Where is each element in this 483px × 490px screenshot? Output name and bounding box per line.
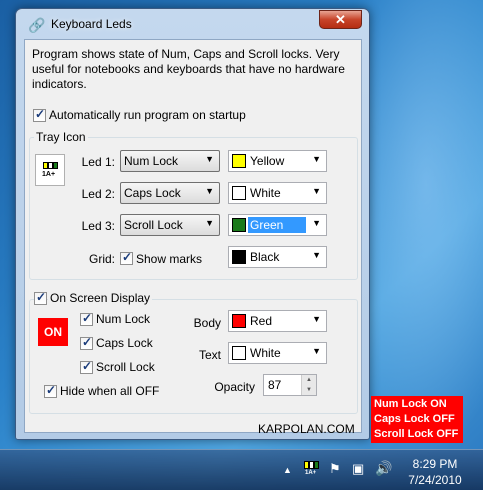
led1-label: Led 1: [81, 155, 115, 169]
keyboard-leds-window: 🔗 Keyboard Leds ✕ Program shows state of… [15, 8, 370, 440]
color-swatch [232, 154, 246, 168]
show-marks-label: Show marks [136, 252, 203, 266]
osd-scroll-lock-label: Scroll Lock [96, 360, 155, 374]
led3-label: Led 3: [81, 219, 115, 233]
window-client-area: Program shows state of Num, Caps and Scr… [24, 39, 362, 436]
opacity-spinner[interactable]: 87 ▲ ▼ [263, 374, 317, 396]
led1-color-select[interactable]: Yellow ▼ [228, 150, 327, 172]
chevron-down-icon: ▼ [205, 186, 214, 196]
spin-up-icon[interactable]: ▲ [301, 375, 316, 385]
led1-lock-select[interactable]: Num Lock ▼ [120, 150, 220, 172]
chevron-down-icon: ▼ [205, 154, 214, 164]
osd-overlay: Num Lock ON Caps Lock OFF Scroll Lock OF… [371, 396, 463, 443]
body-label: Body [193, 316, 221, 330]
keyboard-leds-tray-icon[interactable]: 1A+ [304, 461, 320, 478]
app-key-icon: 🔗 [28, 17, 46, 33]
clock-time: 8:29 PM [412, 457, 458, 471]
color-swatch [232, 218, 246, 232]
chevron-down-icon: ▼ [312, 186, 321, 196]
led2-color-select[interactable]: White ▼ [228, 182, 327, 204]
opacity-value: 87 [268, 378, 282, 392]
clock-date: 7/24/2010 [408, 473, 462, 487]
karpolan-link[interactable]: KARPOLAN.COM [258, 422, 355, 436]
osd-enable-checkbox[interactable] [34, 290, 47, 305]
osd-preview-badge: ON [38, 318, 68, 346]
osd-num-lock-checkbox[interactable] [80, 311, 93, 326]
hide-when-off-label: Hide when all OFF [60, 384, 160, 398]
chevron-down-icon: ▼ [312, 346, 321, 356]
autorun-label: Automatically run program on startup [49, 108, 246, 122]
osd-caps-lock-checkbox[interactable] [80, 335, 93, 350]
opacity-label: Opacity [214, 380, 255, 394]
osd-group-title: On Screen Display [48, 291, 153, 305]
chevron-down-icon: ▼ [205, 218, 214, 228]
program-description: Program shows state of Num, Caps and Scr… [32, 47, 345, 91]
osd-line-scroll: Scroll Lock OFF [374, 428, 459, 440]
tray-preview-text: 1A+ [42, 171, 56, 178]
action-center-flag-icon[interactable]: ⚑ [329, 461, 341, 477]
chevron-down-icon: ▼ [312, 154, 321, 164]
led3-color-select[interactable]: Green ▼ [228, 214, 327, 236]
show-marks-checkbox[interactable] [120, 250, 133, 265]
body-color-select[interactable]: Red ▼ [228, 310, 327, 332]
chevron-down-icon: ▼ [312, 250, 321, 260]
color-swatch [232, 314, 246, 328]
title-bar[interactable]: 🔗 Keyboard Leds ✕ [16, 9, 369, 39]
text-label: Text [198, 348, 221, 362]
volume-icon[interactable]: 🔊 [375, 460, 392, 477]
close-button[interactable]: ✕ [319, 10, 362, 29]
tray-icon-preview: 1A+ [35, 154, 65, 186]
chevron-down-icon: ▼ [312, 314, 321, 324]
hide-when-off-checkbox[interactable] [44, 383, 57, 398]
chevron-down-icon: ▼ [312, 218, 321, 228]
color-swatch [232, 186, 246, 200]
grid-color-select[interactable]: Black ▼ [228, 246, 327, 268]
osd-scroll-lock-checkbox[interactable] [80, 359, 93, 374]
grid-label: Grid: [88, 252, 115, 266]
osd-line-num: Num Lock ON [374, 398, 447, 410]
taskbar: ▲ 1A+ ⚑ ▣ 🔊 8:29 PM 7/24/2010 [0, 449, 483, 490]
tray-icon-group-title: Tray Icon [34, 130, 88, 144]
color-swatch [232, 250, 246, 264]
color-swatch [232, 346, 246, 360]
led2-lock-select[interactable]: Caps Lock ▼ [120, 182, 220, 204]
led2-label: Led 2: [81, 187, 115, 201]
spin-down-icon[interactable]: ▼ [301, 385, 316, 395]
show-hidden-icons-icon[interactable]: ▲ [283, 465, 292, 475]
osd-num-lock-label: Num Lock [96, 312, 151, 326]
network-icon[interactable]: ▣ [352, 461, 364, 477]
osd-caps-lock-label: Caps Lock [96, 336, 153, 350]
taskbar-clock[interactable]: 8:29 PM 7/24/2010 [402, 456, 468, 488]
autorun-checkbox[interactable] [33, 107, 46, 122]
window-title: Keyboard Leds [51, 17, 132, 31]
text-color-select[interactable]: White ▼ [228, 342, 327, 364]
led3-lock-select[interactable]: Scroll Lock ▼ [120, 214, 220, 236]
osd-line-caps: Caps Lock OFF [374, 413, 455, 425]
